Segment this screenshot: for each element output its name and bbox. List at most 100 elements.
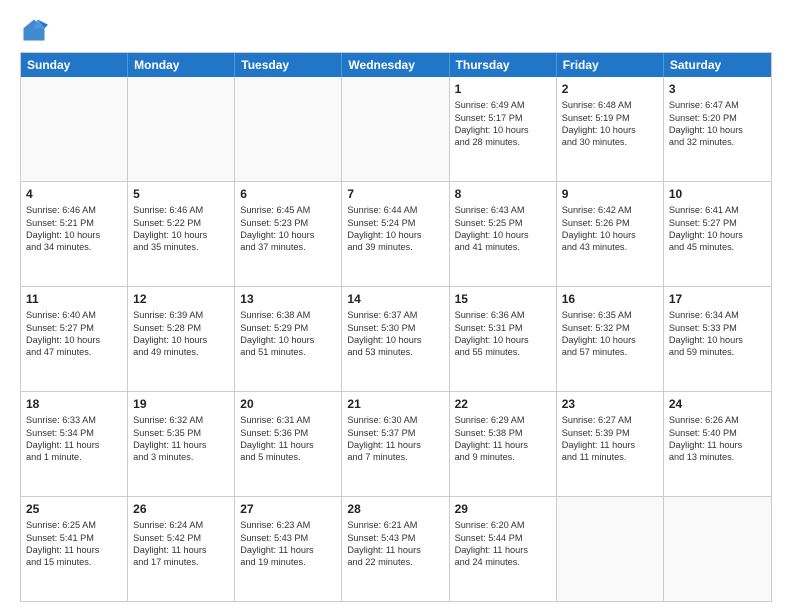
calendar-cell: 12 Sunrise: 6:39 AM Sunset: 5:28 PM Dayli… (128, 287, 235, 391)
day-number: 10 (669, 186, 766, 202)
calendar-cell (128, 77, 235, 181)
calendar-cell (21, 77, 128, 181)
day-number: 28 (347, 501, 443, 517)
calendar-cell: 26Sunrise: 6:24 AM Sunset: 5:42 PM Dayli… (128, 497, 235, 601)
cell-text: Sunrise: 6:25 AM Sunset: 5:41 PM Dayligh… (26, 519, 122, 569)
calendar-cell: 6Sunrise: 6:45 AM Sunset: 5:23 PM Daylig… (235, 182, 342, 286)
calendar-header: SundayMondayTuesdayWednesdayThursdayFrid… (21, 53, 771, 77)
calendar-cell: 22 Sunrise: 6:29 AM Sunset: 5:38 PM Dayli… (450, 392, 557, 496)
cell-text: Sunrise: 6:46 AM Sunset: 5:22 PM Dayligh… (133, 204, 229, 254)
calendar-cell: 3 Sunrise: 6:47 AM Sunset: 5:20 PM Daylig… (664, 77, 771, 181)
day-number: 24 (669, 396, 766, 412)
day-number: 2 (562, 81, 658, 97)
day-number: 16 (562, 291, 658, 307)
cell-text: Sunrise: 6:32 AM Sunset: 5:35 PM Dayligh… (133, 414, 229, 464)
day-number: 11 (26, 291, 122, 307)
weekday-header-wednesday: Wednesday (342, 53, 449, 77)
cell-text: Sunrise: 6:21 AM Sunset: 5:43 PM Dayligh… (347, 519, 443, 569)
day-number: 8 (455, 186, 551, 202)
calendar-row-1: 4 Sunrise: 6:46 AM Sunset: 5:21 PM Daylig… (21, 181, 771, 286)
day-number: 29 (455, 501, 551, 517)
day-number: 6 (240, 186, 336, 202)
calendar-cell: 2Sunrise: 6:48 AM Sunset: 5:19 PM Daylig… (557, 77, 664, 181)
calendar-cell: 29 Sunrise: 6:20 AM Sunset: 5:44 PM Dayli… (450, 497, 557, 601)
calendar-cell: 16 Sunrise: 6:35 AM Sunset: 5:32 PM Dayli… (557, 287, 664, 391)
calendar-cell: 7Sunrise: 6:44 AM Sunset: 5:24 PM Daylig… (342, 182, 449, 286)
day-number: 27 (240, 501, 336, 517)
cell-text: Sunrise: 6:33 AM Sunset: 5:34 PM Dayligh… (26, 414, 122, 464)
day-number: 15 (455, 291, 551, 307)
cell-text: Sunrise: 6:38 AM Sunset: 5:29 PM Dayligh… (240, 309, 336, 359)
cell-text: Sunrise: 6:46 AM Sunset: 5:21 PM Dayligh… (26, 204, 122, 254)
day-number: 5 (133, 186, 229, 202)
calendar-row-4: 25 Sunrise: 6:25 AM Sunset: 5:41 PM Dayli… (21, 496, 771, 601)
cell-text: Sunrise: 6:26 AM Sunset: 5:40 PM Dayligh… (669, 414, 766, 464)
cell-text: Sunrise: 6:43 AM Sunset: 5:25 PM Dayligh… (455, 204, 551, 254)
day-number: 23 (562, 396, 658, 412)
weekday-header-tuesday: Tuesday (235, 53, 342, 77)
cell-text: Sunrise: 6:42 AM Sunset: 5:26 PM Dayligh… (562, 204, 658, 254)
calendar-cell: 8 Sunrise: 6:43 AM Sunset: 5:25 PM Daylig… (450, 182, 557, 286)
calendar-page: SundayMondayTuesdayWednesdayThursdayFrid… (0, 0, 792, 612)
cell-text: Sunrise: 6:36 AM Sunset: 5:31 PM Dayligh… (455, 309, 551, 359)
weekday-header-saturday: Saturday (664, 53, 771, 77)
cell-text: Sunrise: 6:30 AM Sunset: 5:37 PM Dayligh… (347, 414, 443, 464)
cell-text: Sunrise: 6:34 AM Sunset: 5:33 PM Dayligh… (669, 309, 766, 359)
day-number: 20 (240, 396, 336, 412)
calendar-cell (342, 77, 449, 181)
calendar-cell: 24 Sunrise: 6:26 AM Sunset: 5:40 PM Dayli… (664, 392, 771, 496)
day-number: 25 (26, 501, 122, 517)
cell-text: Sunrise: 6:23 AM Sunset: 5:43 PM Dayligh… (240, 519, 336, 569)
cell-text: Sunrise: 6:47 AM Sunset: 5:20 PM Dayligh… (669, 99, 766, 149)
cell-text: Sunrise: 6:49 AM Sunset: 5:17 PM Dayligh… (455, 99, 551, 149)
cell-text: Sunrise: 6:44 AM Sunset: 5:24 PM Dayligh… (347, 204, 443, 254)
day-number: 18 (26, 396, 122, 412)
day-number: 17 (669, 291, 766, 307)
day-number: 14 (347, 291, 443, 307)
day-number: 21 (347, 396, 443, 412)
calendar-cell: 25 Sunrise: 6:25 AM Sunset: 5:41 PM Dayli… (21, 497, 128, 601)
calendar-cell (557, 497, 664, 601)
calendar-row-3: 18 Sunrise: 6:33 AM Sunset: 5:34 PM Dayli… (21, 391, 771, 496)
cell-text: Sunrise: 6:39 AM Sunset: 5:28 PM Dayligh… (133, 309, 229, 359)
cell-text: Sunrise: 6:27 AM Sunset: 5:39 PM Dayligh… (562, 414, 658, 464)
calendar-cell (235, 77, 342, 181)
cell-text: Sunrise: 6:20 AM Sunset: 5:44 PM Dayligh… (455, 519, 551, 569)
day-number: 3 (669, 81, 766, 97)
page-header (20, 16, 772, 44)
cell-text: Sunrise: 6:24 AM Sunset: 5:42 PM Dayligh… (133, 519, 229, 569)
calendar-cell: 13 Sunrise: 6:38 AM Sunset: 5:29 PM Dayli… (235, 287, 342, 391)
calendar-cell: 20 Sunrise: 6:31 AM Sunset: 5:36 PM Dayli… (235, 392, 342, 496)
logo-icon (20, 16, 48, 44)
calendar-row-0: 1 Sunrise: 6:49 AM Sunset: 5:17 PM Daylig… (21, 77, 771, 181)
day-number: 12 (133, 291, 229, 307)
day-number: 1 (455, 81, 551, 97)
calendar-cell: 19 Sunrise: 6:32 AM Sunset: 5:35 PM Dayli… (128, 392, 235, 496)
calendar-cell: 9 Sunrise: 6:42 AM Sunset: 5:26 PM Daylig… (557, 182, 664, 286)
day-number: 4 (26, 186, 122, 202)
day-number: 22 (455, 396, 551, 412)
cell-text: Sunrise: 6:31 AM Sunset: 5:36 PM Dayligh… (240, 414, 336, 464)
calendar-cell: 5 Sunrise: 6:46 AM Sunset: 5:22 PM Daylig… (128, 182, 235, 286)
calendar-cell: 21 Sunrise: 6:30 AM Sunset: 5:37 PM Dayli… (342, 392, 449, 496)
calendar-cell: 17 Sunrise: 6:34 AM Sunset: 5:33 PM Dayli… (664, 287, 771, 391)
calendar-body: 1 Sunrise: 6:49 AM Sunset: 5:17 PM Daylig… (21, 77, 771, 601)
cell-text: Sunrise: 6:37 AM Sunset: 5:30 PM Dayligh… (347, 309, 443, 359)
calendar-row-2: 11Sunrise: 6:40 AM Sunset: 5:27 PM Dayli… (21, 286, 771, 391)
calendar-cell (664, 497, 771, 601)
calendar-cell: 11Sunrise: 6:40 AM Sunset: 5:27 PM Dayli… (21, 287, 128, 391)
day-number: 9 (562, 186, 658, 202)
calendar-cell: 4 Sunrise: 6:46 AM Sunset: 5:21 PM Daylig… (21, 182, 128, 286)
day-number: 13 (240, 291, 336, 307)
cell-text: Sunrise: 6:35 AM Sunset: 5:32 PM Dayligh… (562, 309, 658, 359)
cell-text: Sunrise: 6:29 AM Sunset: 5:38 PM Dayligh… (455, 414, 551, 464)
calendar-cell: 18 Sunrise: 6:33 AM Sunset: 5:34 PM Dayli… (21, 392, 128, 496)
calendar: SundayMondayTuesdayWednesdayThursdayFrid… (20, 52, 772, 602)
weekday-header-friday: Friday (557, 53, 664, 77)
cell-text: Sunrise: 6:41 AM Sunset: 5:27 PM Dayligh… (669, 204, 766, 254)
weekday-header-sunday: Sunday (21, 53, 128, 77)
calendar-cell: 15 Sunrise: 6:36 AM Sunset: 5:31 PM Dayli… (450, 287, 557, 391)
calendar-cell: 14 Sunrise: 6:37 AM Sunset: 5:30 PM Dayli… (342, 287, 449, 391)
day-number: 19 (133, 396, 229, 412)
calendar-cell: 27 Sunrise: 6:23 AM Sunset: 5:43 PM Dayli… (235, 497, 342, 601)
